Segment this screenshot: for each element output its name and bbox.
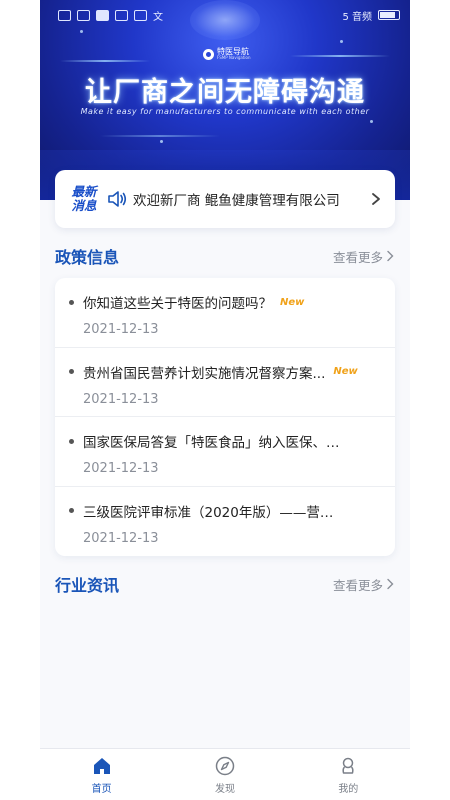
bullet-icon [69,369,74,374]
compass-icon [215,756,235,775]
policy-item-date: 2021-12-13 [83,530,159,546]
brand-text: 特医导航 FSMP Navigation [217,48,250,60]
star-dot [160,140,163,143]
status-right: 5 音频 [342,8,400,23]
view-more-label: 查看更多 [332,577,383,593]
app-screen: 文 5 音频 特医导航 FSMP Navigation 让厂商之间无障碍沟通 M… [40,0,410,800]
industry-section-title: 行业资讯 [55,576,120,595]
tab-home-label: 首页 [91,783,112,795]
new-badge: New [333,366,358,377]
chevron-right-icon [387,250,394,262]
bullet-icon [69,438,74,444]
policy-item-date: 2021-12-13 [83,322,159,337]
policy-item-title: 你知道这些关于特医的问题吗？ [83,296,272,312]
user-icon [342,757,354,774]
signal-icon [58,9,71,21]
battery-icon [378,10,400,20]
home-icon [93,757,110,774]
banner-title: 让厂商之间无障碍沟通 [85,77,365,108]
news-notice-card[interactable]: 最新 消息 欢迎新厂商 鲲鱼健康管理有限公司 [55,170,395,228]
brand-logo-icon [203,48,214,60]
chevron-right-icon [387,578,394,590]
brand-logo-group: 特医导航 FSMP Navigation [203,48,250,60]
star-dot [80,30,83,33]
badge-line1: 最新 [71,184,97,199]
policy-item-date: 2021-12-13 [83,391,159,407]
badge-line2: 消息 [71,198,97,213]
search-notification-icon [134,9,147,21]
policy-item-title: 贵州省国民营养计划实施情况督察方案... [83,365,326,382]
policy-item-title: 国家医保局答复「特医食品」纳入医保、编... [83,435,345,451]
policy-view-more-link[interactable]: 查看更多 [333,247,395,266]
star-dot [340,40,343,43]
new-badge: New [280,296,305,308]
light-streak [60,60,150,62]
tab-home[interactable]: 首页 [62,755,142,795]
latest-news-badge: 最新 消息 [67,185,101,213]
light-streak [290,55,390,57]
policy-list-item[interactable]: 国家医保局答复「特医食品」纳入医保、编... 2021-12-13 [55,417,395,487]
status-right-text: 5 音频 [342,11,372,23]
chevron-right-icon[interactable] [369,192,383,206]
policy-section-header: 政策信息 查看更多 [55,245,395,267]
policy-list: 你知道这些关于特医的问题吗？ New 2021-12-13 贵州省国民营养计划实… [55,278,395,556]
light-streak [100,135,220,137]
tab-discover[interactable]: 发现 [185,755,265,795]
status-left-text: 文 [153,11,163,23]
star-dot [370,120,373,123]
policy-section-title: 政策信息 [55,248,120,267]
industry-view-more-link[interactable]: 查看更多 [333,575,395,594]
tab-profile[interactable]: 我的 [308,755,388,795]
view-more-label: 查看更多 [332,249,383,265]
status-left: 文 [58,8,163,23]
industry-section-header: 行业资讯 查看更多 [55,573,395,595]
tab-discover-label: 发现 [214,783,235,795]
policy-list-item[interactable]: 贵州省国民营养计划实施情况督察方案... New 2021-12-13 [55,348,395,417]
policy-item-date: 2021-12-13 [83,461,159,476]
speaker-icon [107,190,127,208]
notice-text: 欢迎新厂商 鲲鱼健康管理有限公司 [133,193,340,209]
bottom-tab-bar: 首页 发现 我的 [40,748,410,800]
bullet-icon [69,299,74,305]
bullet-icon [69,508,74,513]
policy-list-item[interactable]: 三级医院评审标准（2020年版）——营养治... 2021-12-13 [55,487,395,557]
policy-list-item[interactable]: 你知道这些关于特医的问题吗？ New 2021-12-13 [55,278,395,348]
banner-subtitle: Make it easy for manufacturers to commun… [80,107,370,116]
tab-profile-label: 我的 [338,783,359,795]
app-notification-icon [96,9,109,21]
policy-item-title: 三级医院评审标准（2020年版）——营养治... [83,504,345,521]
location-icon [115,9,128,21]
status-bar: 文 5 音频 [58,6,400,24]
brand-subname: FSMP Navigation [217,55,251,60]
notification-icon [77,9,90,21]
